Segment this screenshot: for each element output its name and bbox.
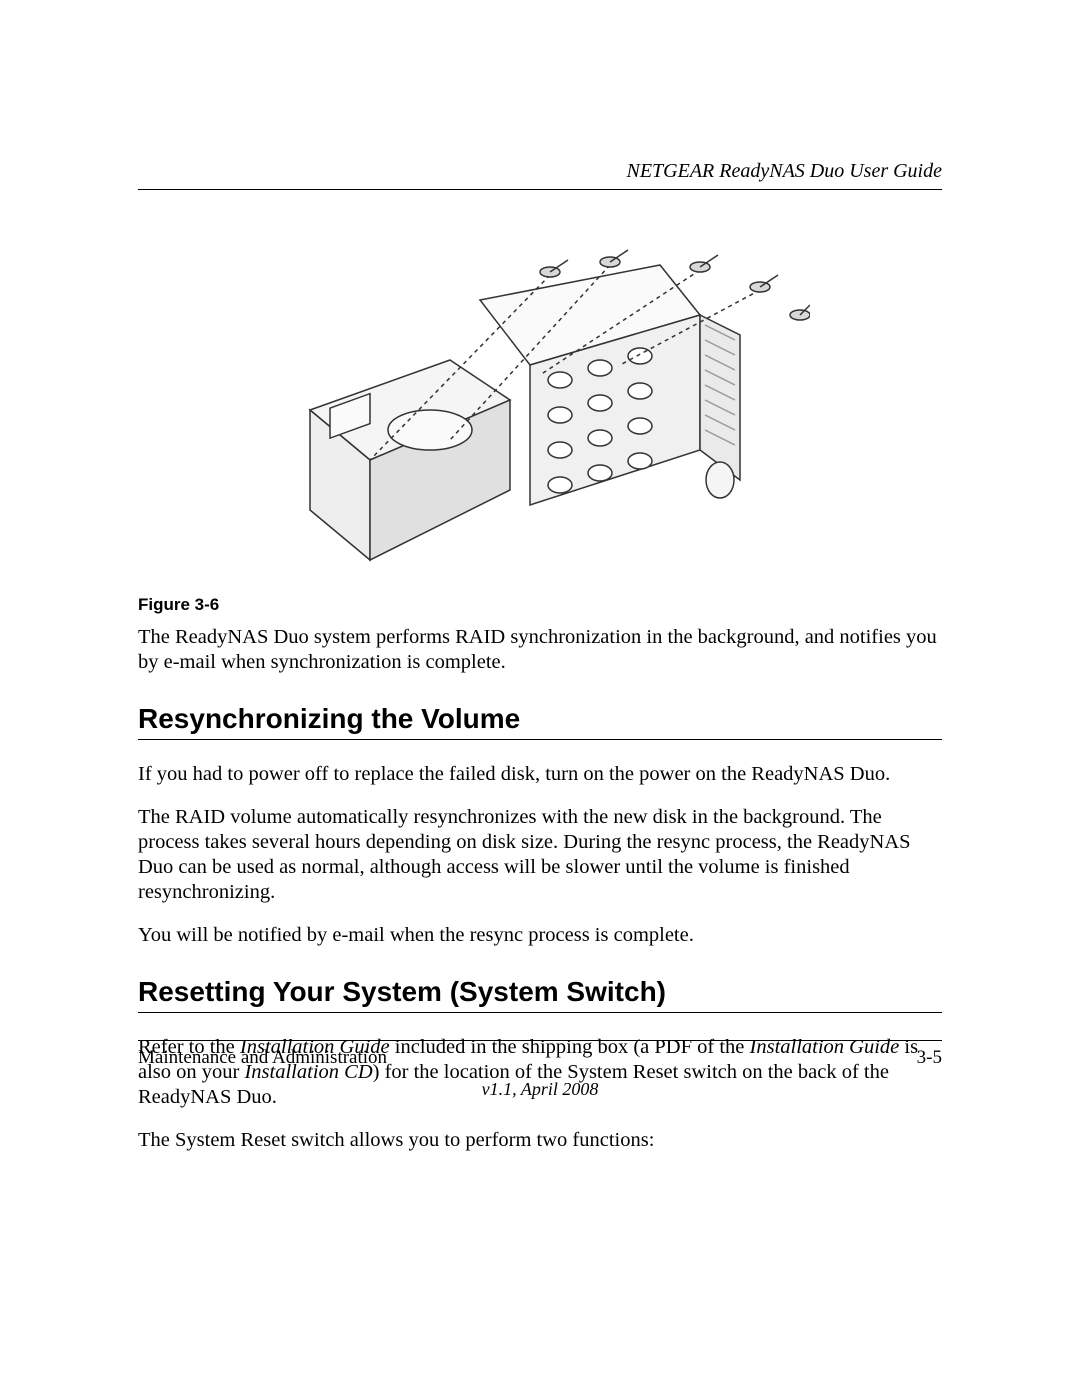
page-content: NETGEAR ReadyNAS Duo User Guide <box>0 0 1080 1153</box>
footer-section-title: Maintenance and Administration <box>138 1047 387 1069</box>
footer-page-number: 3-5 <box>917 1047 942 1069</box>
footer-version: v1.1, April 2008 <box>138 1079 942 1100</box>
figure-3-6-illustration <box>138 230 942 585</box>
heading-resync: Resynchronizing the Volume <box>138 703 942 735</box>
heading-resync-rule <box>138 739 942 740</box>
paragraph-resync-2: The RAID volume automatically resynchron… <box>138 805 942 905</box>
paragraph-resync-3: You will be notified by e-mail when the … <box>138 923 942 948</box>
footer-rule <box>138 1040 942 1041</box>
heading-reset-rule <box>138 1012 942 1013</box>
hdd-tray-illustration-icon <box>270 230 810 580</box>
header-guide-title: NETGEAR ReadyNAS Duo User Guide <box>138 160 942 183</box>
paragraph-reset-2: The System Reset switch allows you to pe… <box>138 1128 942 1153</box>
figure-caption: Figure 3-6 <box>138 595 942 615</box>
header-rule <box>138 189 942 190</box>
footer-row: Maintenance and Administration 3-5 <box>138 1047 942 1069</box>
paragraph-resync-1: If you had to power off to replace the f… <box>138 762 942 787</box>
page-footer: Maintenance and Administration 3-5 v1.1,… <box>138 1040 942 1100</box>
heading-reset: Resetting Your System (System Switch) <box>138 976 942 1008</box>
paragraph-sync-info: The ReadyNAS Duo system performs RAID sy… <box>138 625 942 675</box>
